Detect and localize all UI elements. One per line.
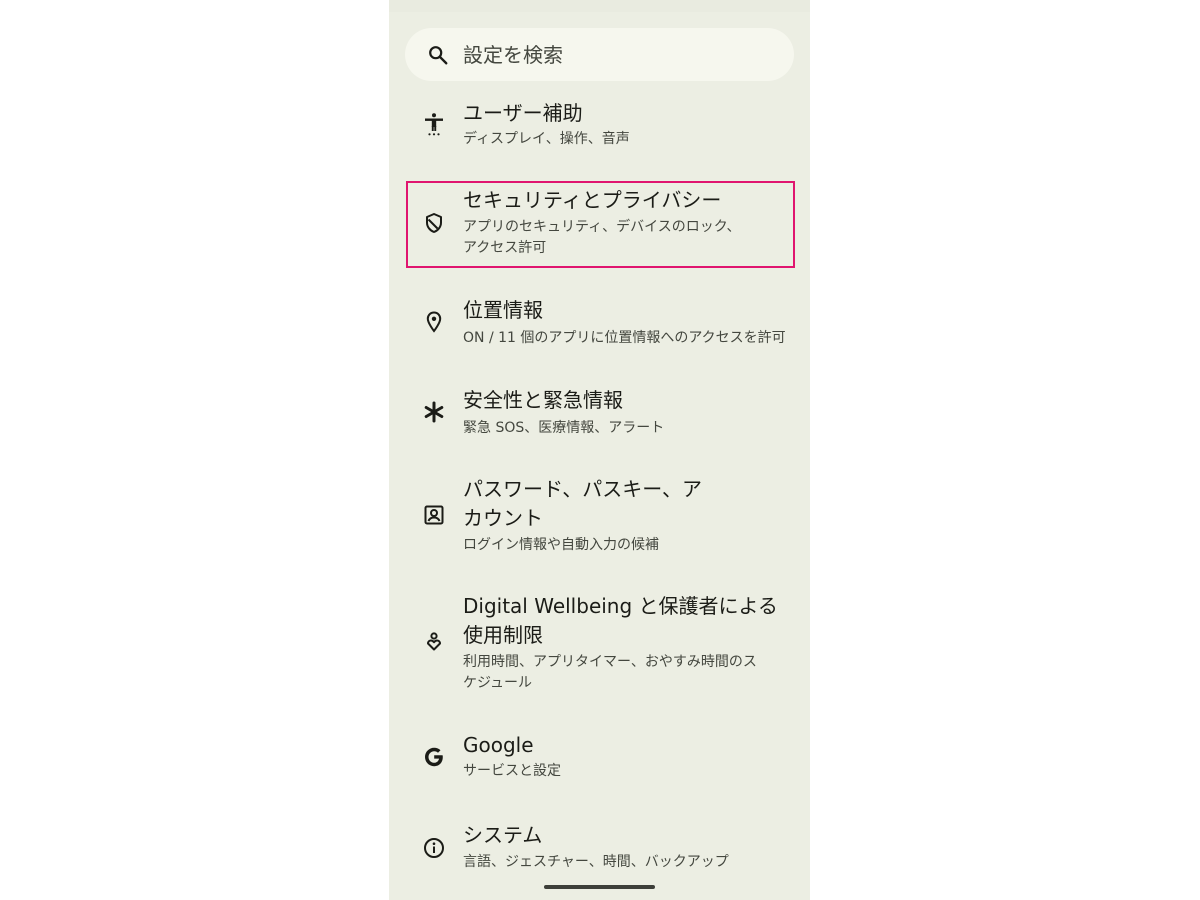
gesture-navigation-bar[interactable] [544, 885, 655, 889]
item-title: ユーザー補助 [463, 101, 583, 125]
info-icon [422, 836, 446, 860]
item-subtitle: 緊急 SOS、医療情報、アラート [463, 420, 665, 436]
item-title: パスワード、パスキー、アカウント [463, 477, 702, 530]
item-title: 安全性と緊急情報 [463, 388, 623, 412]
settings-item-passwords-accounts[interactable]: パスワード、パスキー、アカウント ログイン情報や自動入力の候補 [389, 473, 810, 565]
status-bar [389, 0, 810, 12]
item-title: Digital Wellbeing と保護者による使用制限 [463, 594, 778, 647]
google-g-icon [422, 745, 446, 769]
search-icon [427, 44, 449, 66]
item-title: 位置情報 [463, 298, 543, 322]
item-subtitle: ログイン情報や自動入力の候補 [463, 537, 659, 553]
settings-item-security-privacy[interactable]: セキュリティとプライバシー アプリのセキュリティ、デバイスのロック、アクセス許可 [389, 183, 810, 267]
settings-item-location[interactable]: 位置情報 ON / 11 個のアプリに位置情報へのアクセスを許可 [389, 292, 810, 360]
settings-screen: 設定を検索 ユーザー補助 ディスプレイ、操作、音声 セキュリティとプライバシー … [389, 0, 810, 900]
shield-icon [422, 211, 446, 235]
item-subtitle: 利用時間、アプリタイマー、おやすみ時間のスケジュール [463, 654, 757, 691]
settings-item-system[interactable]: システム 言語、ジェスチャー、時間、バックアップ [389, 817, 810, 885]
item-subtitle: ディスプレイ、操作、音声 [463, 131, 630, 147]
item-subtitle: サービスと設定 [463, 763, 561, 779]
settings-item-digital-wellbeing[interactable]: Digital Wellbeing と保護者による使用制限 利用時間、アプリタイ… [389, 590, 810, 700]
settings-item-safety-emergency[interactable]: 安全性と緊急情報 緊急 SOS、医療情報、アラート [389, 382, 810, 450]
search-placeholder: 設定を検索 [463, 43, 563, 67]
item-title: システム [463, 823, 543, 847]
settings-item-google[interactable]: Google サービスと設定 [389, 727, 810, 795]
location-pin-icon [422, 310, 446, 334]
settings-item-accessibility[interactable]: ユーザー補助 ディスプレイ、操作、音声 [389, 93, 810, 161]
item-title: セキュリティとプライバシー [463, 188, 722, 212]
wellbeing-icon [422, 630, 446, 654]
item-subtitle: ON / 11 個のアプリに位置情報へのアクセスを許可 [463, 330, 786, 346]
item-subtitle: 言語、ジェスチャー、時間、バックアップ [463, 854, 729, 870]
accessibility-icon [422, 112, 446, 136]
item-title: Google [463, 733, 534, 757]
search-settings-bar[interactable]: 設定を検索 [405, 28, 794, 81]
account-box-icon [422, 503, 446, 527]
asterisk-icon [422, 400, 446, 424]
item-subtitle: アプリのセキュリティ、デバイスのロック、アクセス許可 [463, 219, 741, 256]
